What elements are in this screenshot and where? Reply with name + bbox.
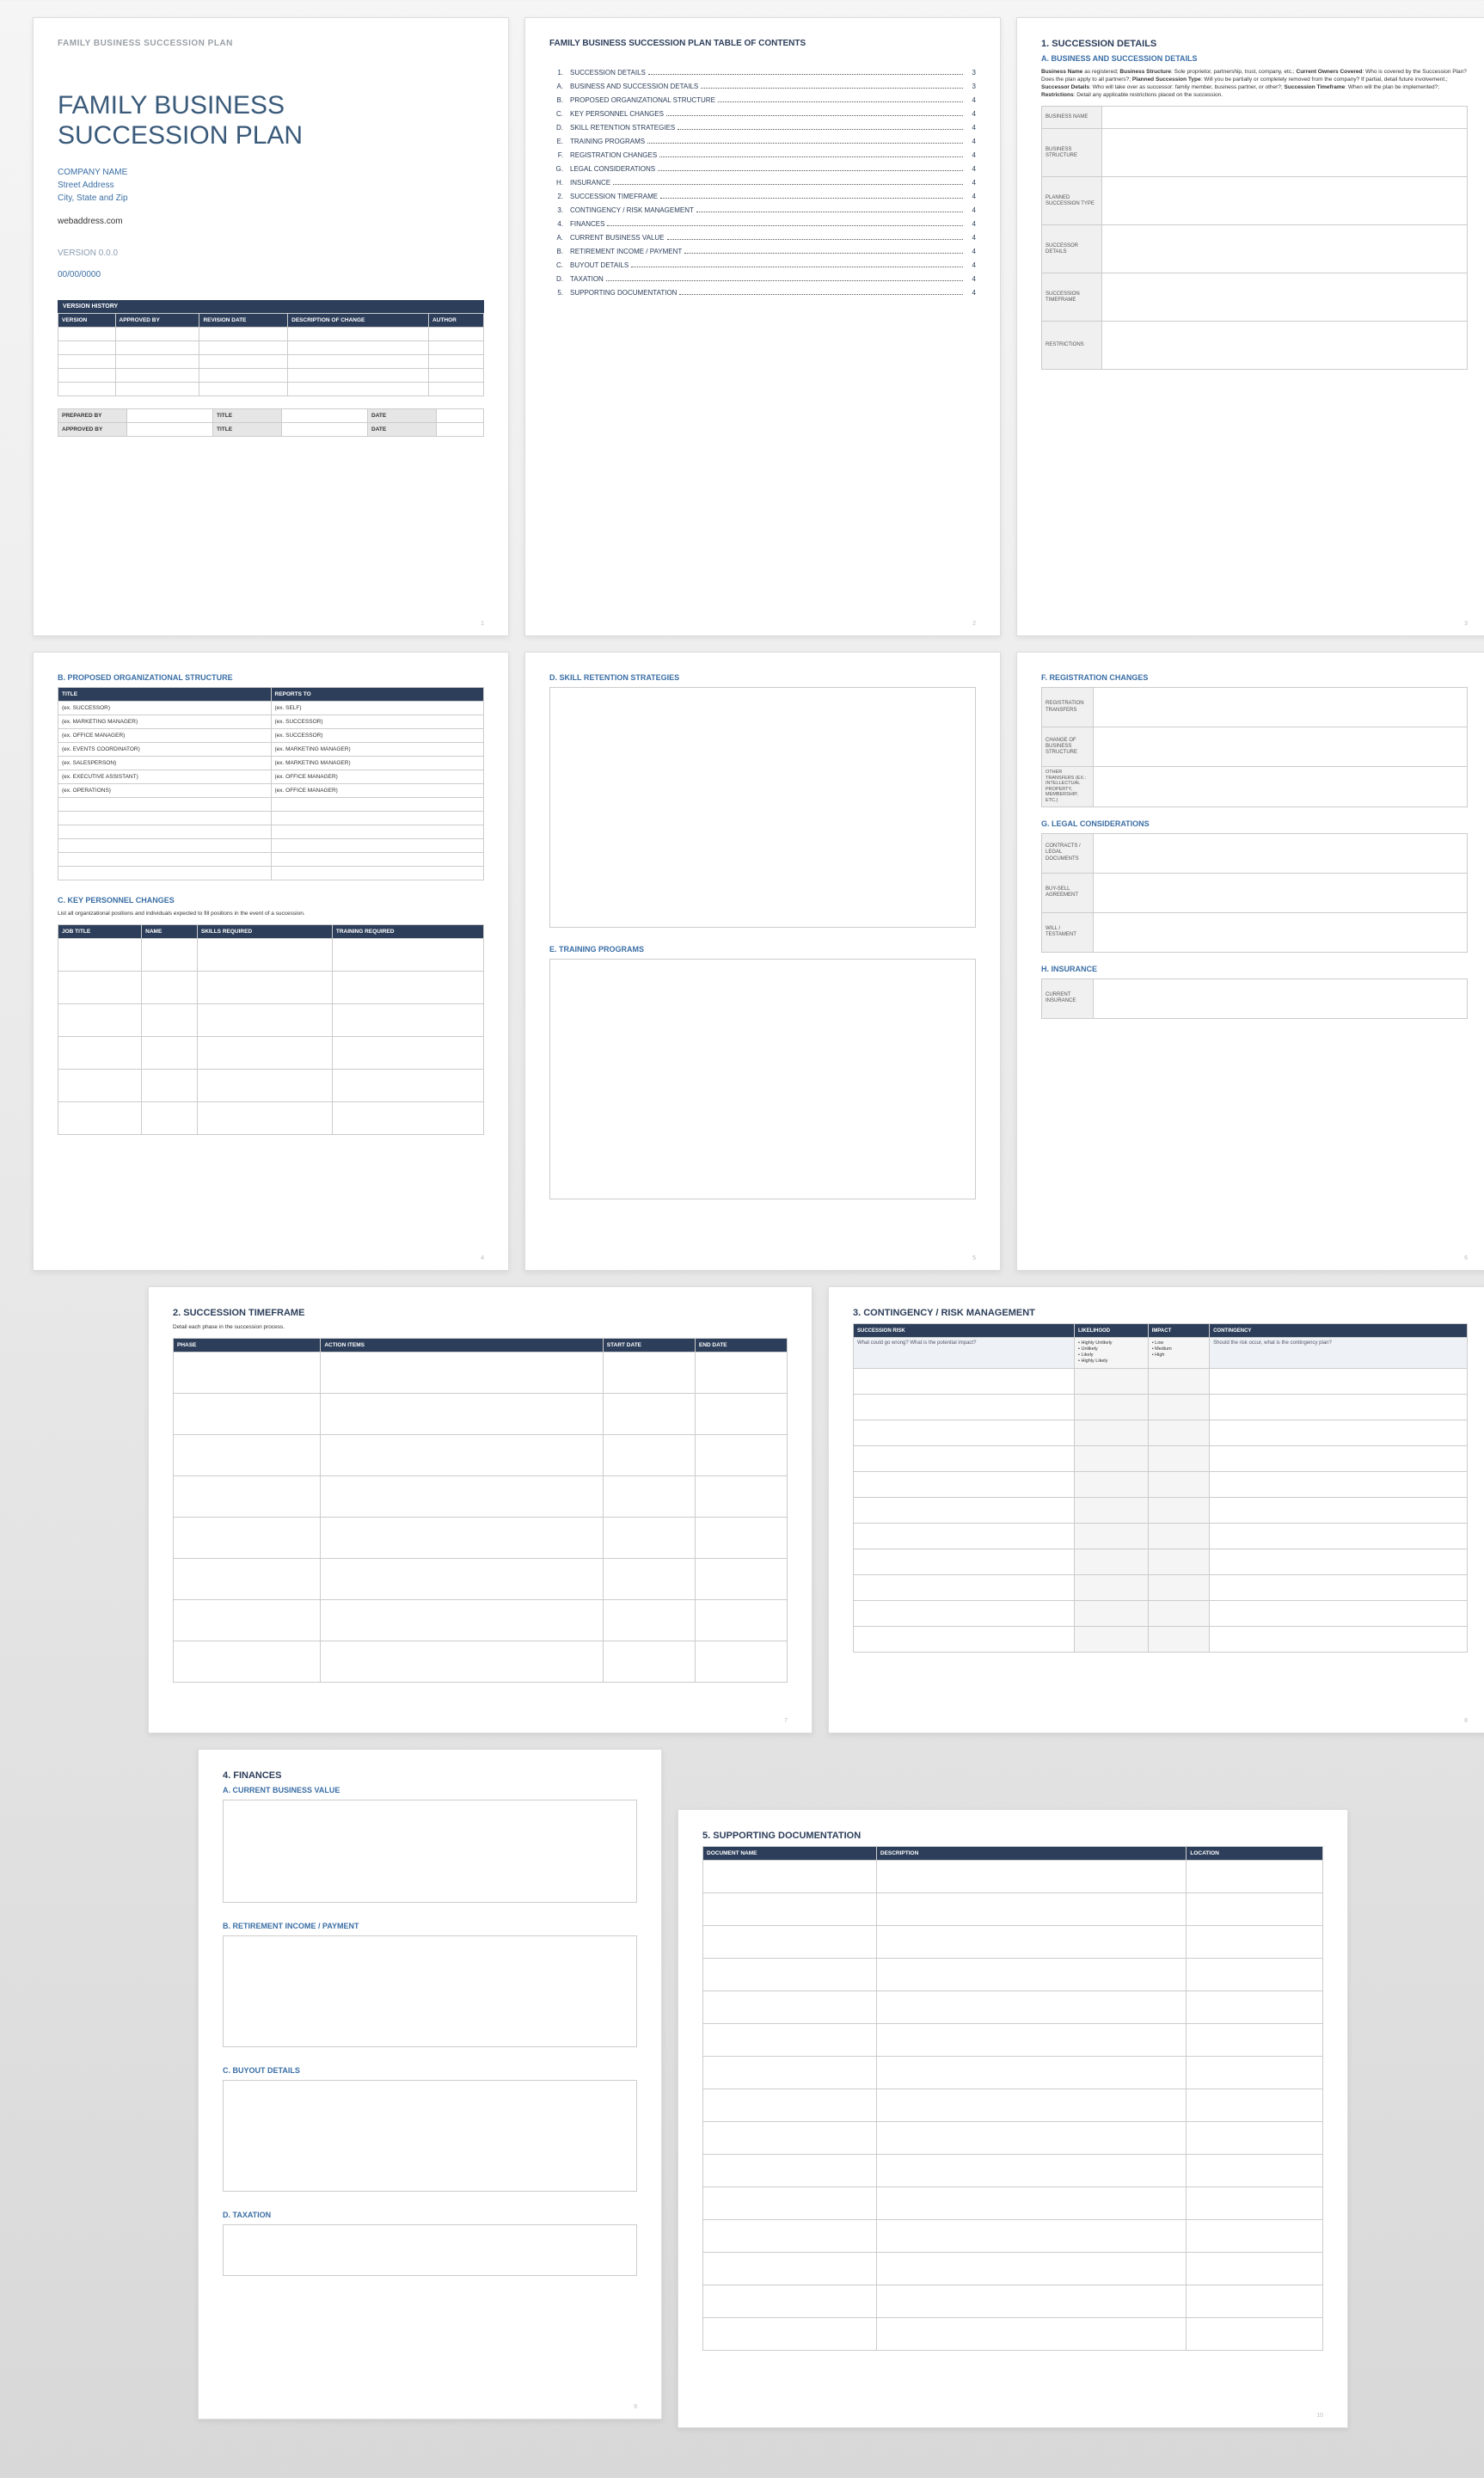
page-7-timeframe: 2. SUCCESSION TIMEFRAME Detail each phas… xyxy=(148,1286,813,1733)
date-line: 00/00/0000 xyxy=(58,270,484,279)
page-2-toc: FAMILY BUSINESS SUCCESSION PLAN TABLE OF… xyxy=(524,17,1001,636)
table-row: (ex. OFFICE MANAGER)(ex. SUCCESSOR) xyxy=(58,729,484,743)
table-row xyxy=(703,1926,1323,1959)
toc-item: D.TAXATION4 xyxy=(549,275,976,283)
table-row xyxy=(703,1861,1323,1893)
table-row: (ex. OPERATIONS)(ex. OFFICE MANAGER) xyxy=(58,784,484,798)
table-row xyxy=(703,2089,1323,2122)
toc-item: 4.FINANCES4 xyxy=(549,220,976,228)
section-4b-heading: B. RETIREMENT INCOME / PAYMENT xyxy=(223,1922,637,1930)
section-1e-heading: E. TRAINING PROGRAMS xyxy=(549,945,976,954)
toc-item: G.LEGAL CONSIDERATIONS4 xyxy=(549,165,976,173)
section-1c-heading: C. KEY PERSONNEL CHANGES xyxy=(58,896,484,905)
supporting-docs-table: DOCUMENT NAME DESCRIPTION LOCATION xyxy=(702,1846,1323,2351)
toc-item: B.PROPOSED ORGANIZATIONAL STRUCTURE4 xyxy=(549,96,976,104)
section-1-heading: 1. SUCCESSION DETAILS xyxy=(1041,39,1468,49)
toc-item: 1.SUCCESSION DETAILS3 xyxy=(549,69,976,77)
section-1d-heading: D. SKILL RETENTION STRATEGIES xyxy=(549,673,976,682)
page-6-registration-legal-insurance: F. REGISTRATION CHANGES REGISTRATION TRA… xyxy=(1016,652,1484,1271)
version-history-table: VERSION APPROVED BY REVISION DATE DESCRI… xyxy=(58,313,484,396)
table-row xyxy=(703,2220,1323,2253)
table-row xyxy=(703,2318,1323,2351)
toc-item: 5.SUPPORTING DOCUMENTATION4 xyxy=(549,289,976,297)
table-row: (ex. SALESPERSON)(ex. MARKETING MANAGER) xyxy=(58,757,484,770)
company-info: COMPANY NAME Street Address City, State … xyxy=(58,166,484,205)
table-row: (ex. EVENTS COORDINATOR)(ex. MARKETING M… xyxy=(58,743,484,757)
page-5-skills-training: D. SKILL RETENTION STRATEGIES E. TRAININ… xyxy=(524,652,1001,1271)
table-row xyxy=(703,2187,1323,2220)
table-row xyxy=(703,2024,1323,2057)
legal-considerations-table: CONTRACTS / LEGAL DOCUMENTS BUY-SELL AGR… xyxy=(1041,833,1468,953)
section-4d-heading: D. TAXATION xyxy=(223,2211,637,2219)
section-4a-heading: A. CURRENT BUSINESS VALUE xyxy=(223,1786,637,1794)
toc-item: F.REGISTRATION CHANGES4 xyxy=(549,151,976,159)
doc-title: FAMILY BUSINESSSUCCESSION PLAN xyxy=(58,91,484,150)
table-row xyxy=(703,1991,1323,2024)
section-4-heading: 4. FINANCES xyxy=(223,1770,637,1781)
page-1-cover: FAMILY BUSINESS SUCCESSION PLAN FAMILY B… xyxy=(33,17,509,636)
section-1a-instructions: Business Name as registered; Business St… xyxy=(1041,68,1468,99)
section-1a-heading: A. BUSINESS AND SUCCESSION DETAILS xyxy=(1041,54,1468,63)
current-business-value-box xyxy=(223,1800,637,1903)
toc-item: D.SKILL RETENTION STRATEGIES4 xyxy=(549,124,976,132)
page-8-risk: 3. CONTINGENCY / RISK MANAGEMENT SUCCESS… xyxy=(828,1286,1484,1733)
toc-header: FAMILY BUSINESS SUCCESSION PLAN TABLE OF… xyxy=(549,39,976,48)
table-row xyxy=(703,2122,1323,2155)
page-10-supporting-docs: 5. SUPPORTING DOCUMENTATION DOCUMENT NAM… xyxy=(678,1809,1348,2428)
section-3-heading: 3. CONTINGENCY / RISK MANAGEMENT xyxy=(853,1308,1468,1318)
insurance-table: CURRENT INSURANCE xyxy=(1041,978,1468,1019)
buyout-details-box xyxy=(223,2080,637,2192)
table-row xyxy=(703,2155,1323,2187)
signoff-table: PREPARED BY TITLE DATE APPROVED BY TITLE… xyxy=(58,408,484,437)
toc-item: A.CURRENT BUSINESS VALUE4 xyxy=(549,234,976,242)
version-history-caption: VERSION HISTORY xyxy=(58,300,484,313)
risk-table: SUCCESSION RISK LIKELIHOOD IMPACT CONTIN… xyxy=(853,1323,1468,1653)
table-row: (ex. MARKETING MANAGER)(ex. SUCCESSOR) xyxy=(58,715,484,729)
web-address: webaddress.com xyxy=(58,217,484,226)
table-row xyxy=(703,2057,1323,2089)
table-row xyxy=(703,2285,1323,2318)
page-9-finances: 4. FINANCES A. CURRENT BUSINESS VALUE B.… xyxy=(198,1749,662,2420)
toc-item: A.BUSINESS AND SUCCESSION DETAILS3 xyxy=(549,83,976,90)
page-4-org-personnel: B. PROPOSED ORGANIZATIONAL STRUCTURE TIT… xyxy=(33,652,509,1271)
table-row xyxy=(703,2253,1323,2285)
timeframe-table: PHASE ACTION ITEMS START DATE END DATE xyxy=(173,1338,788,1683)
toc-item: E.TRAINING PROGRAMS4 xyxy=(549,138,976,145)
header-small: FAMILY BUSINESS SUCCESSION PLAN xyxy=(58,39,484,48)
training-programs-box xyxy=(549,959,976,1199)
toc-item: B.RETIREMENT INCOME / PAYMENT4 xyxy=(549,248,976,255)
org-structure-table: TITLEREPORTS TO (ex. SUCCESSOR)(ex. SELF… xyxy=(58,687,484,880)
section-1c-instructions: List all organizational positions and in… xyxy=(58,910,484,917)
section-1g-heading: G. LEGAL CONSIDERATIONS xyxy=(1041,819,1468,828)
toc-item: H.INSURANCE4 xyxy=(549,179,976,187)
section-1h-heading: H. INSURANCE xyxy=(1041,965,1468,973)
business-details-table: BUSINESS NAME BUSINESS STRUCTURE PLANNED… xyxy=(1041,106,1468,370)
skill-retention-box xyxy=(549,687,976,928)
table-row xyxy=(703,1893,1323,1926)
section-1f-heading: F. REGISTRATION CHANGES xyxy=(1041,673,1468,682)
section-1b-heading: B. PROPOSED ORGANIZATIONAL STRUCTURE xyxy=(58,673,484,682)
retirement-income-box xyxy=(223,1935,637,2047)
version-line: VERSION 0.0.0 xyxy=(58,248,484,258)
page-3-succession-details: 1. SUCCESSION DETAILS A. BUSINESS AND SU… xyxy=(1016,17,1484,636)
section-4c-heading: C. BUYOUT DETAILS xyxy=(223,2066,637,2075)
toc-item: C.KEY PERSONNEL CHANGES4 xyxy=(549,110,976,118)
toc-list: 1.SUCCESSION DETAILS3 A.BUSINESS AND SUCC… xyxy=(549,69,976,297)
taxation-box xyxy=(223,2224,637,2276)
table-row: (ex. EXECUTIVE ASSISTANT)(ex. OFFICE MAN… xyxy=(58,770,484,784)
registration-changes-table: REGISTRATION TRANSFERS CHANGE OF BUSINES… xyxy=(1041,687,1468,807)
toc-item: 2.SUCCESSION TIMEFRAME4 xyxy=(549,193,976,200)
toc-item: 3.CONTINGENCY / RISK MANAGEMENT4 xyxy=(549,206,976,214)
section-2-instructions: Detail each phase in the succession proc… xyxy=(173,1323,788,1331)
section-5-heading: 5. SUPPORTING DOCUMENTATION xyxy=(702,1831,1323,1841)
table-row: (ex. SUCCESSOR)(ex. SELF) xyxy=(58,702,484,715)
toc-item: C.BUYOUT DETAILS4 xyxy=(549,261,976,269)
key-personnel-table: JOB TITLENAME SKILLS REQUIREDTRAINING RE… xyxy=(58,924,484,1135)
section-2-heading: 2. SUCCESSION TIMEFRAME xyxy=(173,1308,788,1318)
table-row xyxy=(703,1959,1323,1991)
